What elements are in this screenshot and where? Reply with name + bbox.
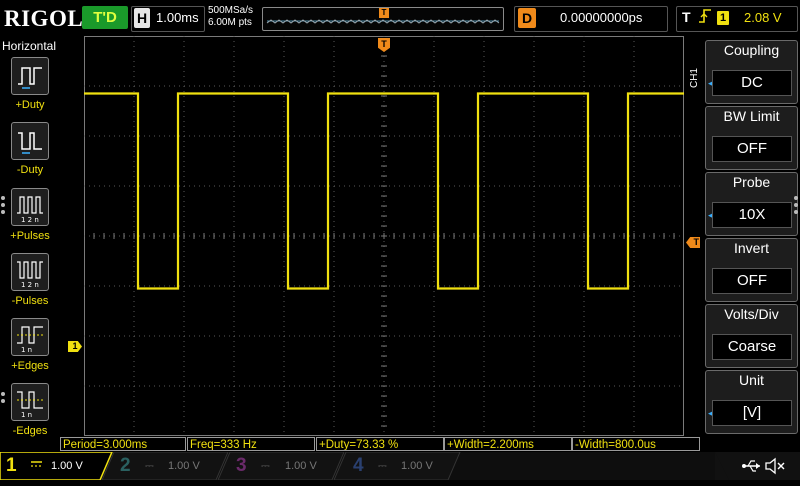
positive-edges-icon: 1 n <box>11 318 49 356</box>
measure-label: +Pulses <box>10 230 50 242</box>
memory-depth: 6.00M pts <box>208 17 252 28</box>
trigger-position-marker: T <box>379 8 389 18</box>
measurement-frequency[interactable]: Freq=333 Hz <box>187 437 315 451</box>
channel-3-number[interactable]: 3 <box>236 455 247 477</box>
unit-title: Unit <box>739 372 764 388</box>
svg-text:1 n: 1 n <box>21 346 32 354</box>
trigger-level-value: 2.08 V <box>744 10 782 25</box>
positive-pulses-icon: 1 2 n <box>11 188 49 226</box>
measure-label: +Duty <box>15 99 45 111</box>
channel-menu-label: CH1 <box>689 68 700 89</box>
channel-1-scale[interactable]: 1.00 V <box>51 455 83 477</box>
probe-title: Probe <box>732 174 771 190</box>
horizontal-tag: H <box>134 8 150 28</box>
measure-label: -Duty <box>16 164 44 176</box>
channel-2-scale[interactable]: 1.00 V <box>168 455 200 477</box>
mute-speaker-icon[interactable] <box>764 457 786 480</box>
svg-text:1 2 n: 1 2 n <box>21 216 39 224</box>
svg-text:1 2 n: 1 2 n <box>21 281 39 289</box>
trigger-tag: T <box>682 9 691 25</box>
delay-value: 0.00000000ps <box>560 10 643 25</box>
measure-label: +Edges <box>11 360 49 372</box>
measure-label: -Edges <box>12 425 48 437</box>
ch1-ground-marker[interactable]: 1 <box>68 341 82 352</box>
timebase-value: 1.00ms <box>156 10 199 25</box>
measure-positive-edges[interactable]: 1 n +Edges <box>0 318 60 380</box>
bw-limit-value: OFF <box>712 136 792 162</box>
measurement-negative-width[interactable]: -Width=800.0us <box>572 437 700 451</box>
measurement-positive-duty[interactable]: +Duty=73.33 % <box>316 437 444 451</box>
usb-icon <box>742 459 762 478</box>
sample-rate: 500MSa/s <box>208 5 254 16</box>
channel-4-number[interactable]: 4 <box>353 455 364 477</box>
channel-3-scale[interactable]: 1.00 V <box>285 455 317 477</box>
run-state-badge[interactable]: T'D <box>82 6 128 29</box>
coupling-title: Coupling <box>723 42 780 58</box>
measure-menu-title: Horizontal <box>2 39 57 53</box>
invert-title: Invert <box>733 240 769 256</box>
volts-div-title: Volts/Div <box>724 306 779 322</box>
positive-duty-icon <box>11 57 49 95</box>
unit-value: [V] <box>712 400 792 426</box>
measurement-period[interactable]: Period=3.000ms <box>60 437 186 451</box>
probe-value: 10X <box>712 202 792 228</box>
rising-edge-icon <box>698 7 712 29</box>
channel-2-coupling-icon: ⎓ <box>145 460 154 472</box>
measure-label: -Pulses <box>11 295 49 307</box>
channel-4-scale[interactable]: 1.00 V <box>401 455 433 477</box>
grid-lines <box>84 36 684 436</box>
negative-edges-icon: 1 n <box>11 383 49 421</box>
coupling-value: DC <box>712 70 792 96</box>
invert-value: OFF <box>712 268 792 294</box>
channel-1-number[interactable]: 1 <box>6 455 17 477</box>
channel-4-coupling-icon: ⎓ <box>378 460 387 472</box>
svg-text:1 n: 1 n <box>21 411 32 419</box>
right-page-dots <box>794 196 798 217</box>
trigger-source-badge: 1 <box>717 11 729 25</box>
waveform-graticule[interactable] <box>84 36 684 436</box>
measure-negative-pulses[interactable]: 1 2 n -Pulses <box>0 253 60 315</box>
measure-positive-duty[interactable]: +Duty <box>0 57 60 119</box>
measure-positive-pulses[interactable]: 1 2 n +Pulses <box>0 188 60 250</box>
channel-2-number[interactable]: 2 <box>120 455 131 477</box>
negative-duty-icon <box>11 122 49 160</box>
trigger-level-marker[interactable]: T <box>686 237 700 248</box>
brand-logo: RIGOL <box>4 6 84 31</box>
delay-tag: D <box>518 8 536 28</box>
negative-pulses-icon: 1 2 n <box>11 253 49 291</box>
measure-negative-duty[interactable]: -Duty <box>0 122 60 184</box>
measurement-positive-width[interactable]: +Width=2.200ms <box>444 437 572 451</box>
channel-3-coupling-icon: ⎓ <box>261 460 270 472</box>
bw-limit-title: BW Limit <box>723 108 780 124</box>
volts-div-value: Coarse <box>712 334 792 360</box>
channel-1-coupling-icon <box>28 452 46 474</box>
measure-negative-edges[interactable]: 1 n -Edges <box>0 383 60 445</box>
